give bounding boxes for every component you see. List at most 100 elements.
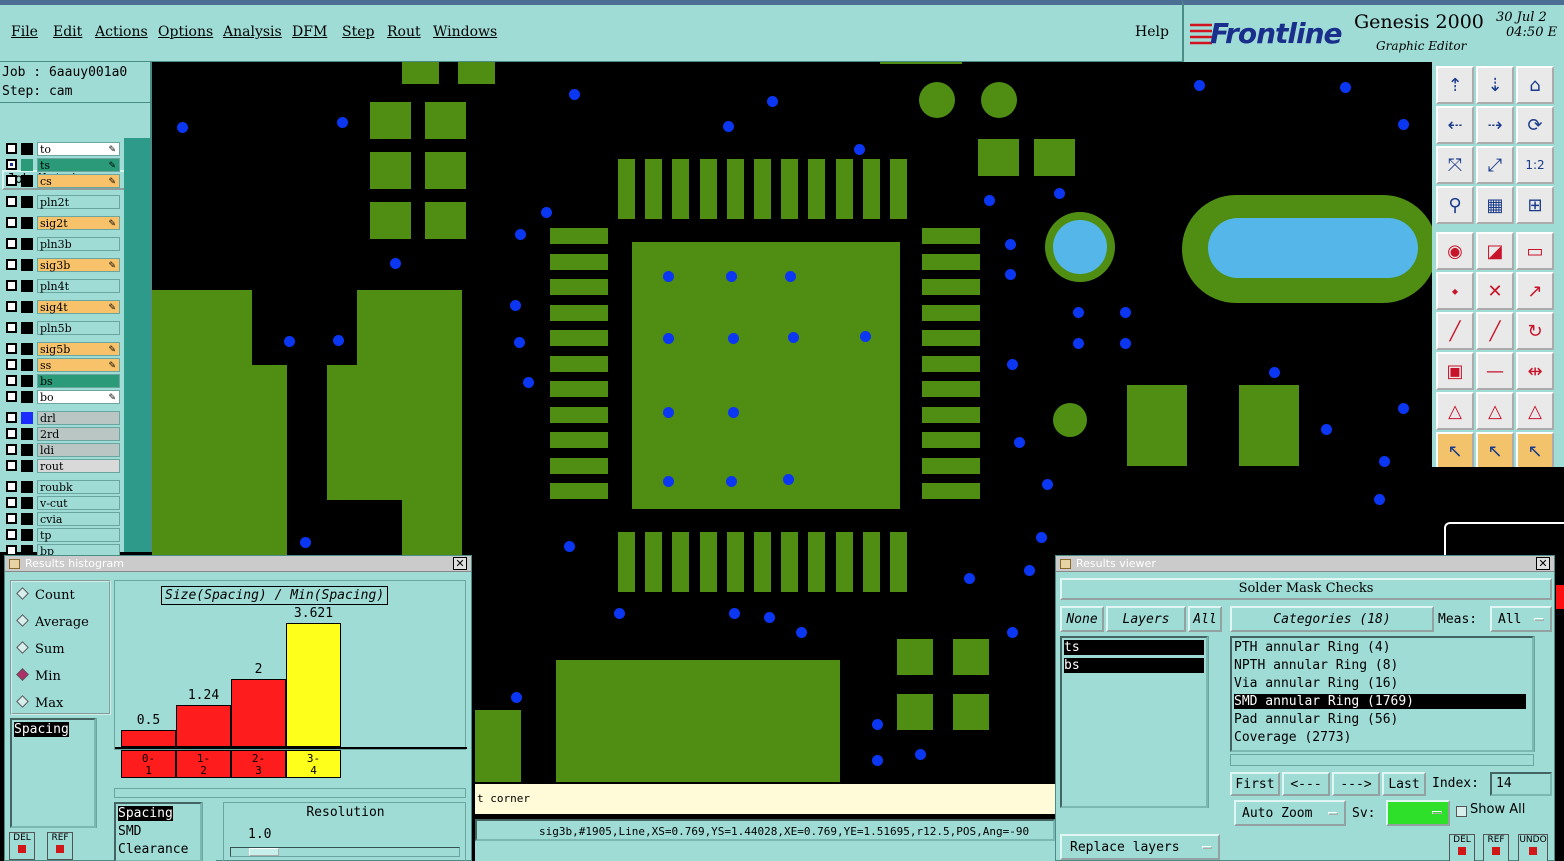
layer-name[interactable]: ts ✎: [37, 158, 120, 172]
layer-name[interactable]: sig4t ✎: [37, 300, 120, 314]
layer-row[interactable]: ldi: [4, 443, 120, 457]
layer-checkbox[interactable]: [6, 175, 17, 186]
rotate-icon[interactable]: ⟳: [1516, 106, 1554, 144]
add-pad-icon[interactable]: ◉: [1436, 232, 1474, 270]
layer-name[interactable]: sig2t ✎: [37, 216, 120, 230]
attribute-spacing[interactable]: Spacing: [14, 722, 69, 737]
layer-checkbox[interactable]: [6, 196, 17, 207]
select3-icon[interactable]: ↖: [1516, 432, 1554, 470]
viewer-ref-button[interactable]: REF: [1483, 834, 1509, 861]
move-right-icon[interactable]: ⇢: [1476, 106, 1514, 144]
align-icon[interactable]: ⇹: [1516, 352, 1554, 390]
layer-name[interactable]: sig5b ✎: [37, 342, 120, 356]
index-input[interactable]: 14: [1490, 772, 1552, 796]
layer-name[interactable]: v-cut: [37, 496, 120, 510]
layer-row[interactable]: v-cut: [4, 496, 120, 510]
menu-options[interactable]: Options: [158, 24, 213, 40]
histogram-bin-label[interactable]: 2- 3: [231, 750, 286, 778]
zoom-in-icon[interactable]: ⤢: [1476, 146, 1514, 184]
attribute-select-list[interactable]: Spacing SMD Clearance: [114, 802, 202, 861]
categories-button[interactable]: Categories (18): [1230, 606, 1434, 632]
viewer-layer-scrollbar[interactable]: [1208, 636, 1222, 808]
severity-select[interactable]: [1386, 800, 1450, 826]
layer-checkbox[interactable]: [6, 529, 17, 540]
layer-row[interactable]: drl: [4, 411, 120, 425]
move-left-icon[interactable]: ⇠: [1436, 106, 1474, 144]
menu-analysis[interactable]: Analysis: [223, 24, 282, 40]
first-button[interactable]: First: [1230, 772, 1280, 796]
mode-radio-max[interactable]: Max: [16, 695, 63, 711]
viewer-layer-ts[interactable]: ts: [1064, 640, 1204, 655]
move-up-icon[interactable]: ⇡: [1436, 66, 1474, 104]
move-feature-icon[interactable]: ↗: [1516, 272, 1554, 310]
category-item[interactable]: PTH annular Ring (4): [1234, 640, 1526, 655]
menu-actions[interactable]: Actions: [95, 24, 148, 40]
layer-row[interactable]: rout: [4, 459, 120, 473]
window-menu-icon[interactable]: [9, 559, 20, 569]
layer-row[interactable]: ts ✎: [4, 158, 120, 172]
category-item[interactable]: NPTH annular Ring (8): [1234, 658, 1526, 673]
select-icon[interactable]: ↖: [1436, 432, 1474, 470]
layer-name[interactable]: pln5b: [37, 321, 120, 335]
next-button[interactable]: --->: [1332, 772, 1380, 796]
histogram-bar[interactable]: [176, 705, 231, 747]
layer-name[interactable]: drl: [37, 411, 120, 425]
layer-name[interactable]: 2rd: [37, 427, 120, 441]
layer-checkbox[interactable]: [6, 444, 17, 455]
menu-file[interactable]: File: [11, 24, 38, 40]
ref-button[interactable]: REF: [47, 832, 73, 860]
layer-row[interactable]: sig5b ✎: [4, 342, 120, 356]
layer-checkbox[interactable]: [6, 322, 17, 333]
layer-row[interactable]: pln3b: [4, 237, 120, 251]
menu-windows[interactable]: Windows: [433, 24, 497, 40]
layer-checkbox[interactable]: [6, 497, 17, 508]
viewer-layer-bs[interactable]: bs: [1064, 658, 1204, 673]
category-item[interactable]: Coverage (2773): [1234, 730, 1526, 745]
layer-checkbox[interactable]: [6, 280, 17, 291]
layer-checkbox[interactable]: [6, 301, 17, 312]
layer-name[interactable]: rout: [37, 459, 120, 473]
layer-name[interactable]: cvia: [37, 512, 120, 526]
viewer-del-button[interactable]: DEL: [1449, 834, 1475, 861]
layer-row[interactable]: ss ✎: [4, 358, 120, 372]
show-all-checkbox[interactable]: [1456, 806, 1467, 817]
layer-row[interactable]: pln2t: [4, 195, 120, 209]
triangle-icon[interactable]: △: [1436, 392, 1474, 430]
results-histogram-titlebar[interactable]: Results histogram: [5, 556, 471, 572]
attribute-option[interactable]: Clearance: [118, 842, 188, 857]
viewer-layer-list[interactable]: ts bs: [1060, 636, 1208, 808]
layer-checkbox[interactable]: [6, 513, 17, 524]
grid-icon[interactable]: ▦: [1476, 186, 1514, 224]
menu-edit[interactable]: Edit: [53, 24, 82, 40]
menu-help[interactable]: Help: [1135, 24, 1169, 40]
layer-row[interactable]: sig4t ✎: [4, 300, 120, 314]
select2-icon[interactable]: ↖: [1476, 432, 1514, 470]
triangle2-icon[interactable]: △: [1476, 392, 1514, 430]
layer-name[interactable]: ss ✎: [37, 358, 120, 372]
category-item[interactable]: SMD annular Ring (1769): [1234, 694, 1526, 709]
home-icon[interactable]: ⌂: [1516, 66, 1554, 104]
layer-name[interactable]: pln4t: [37, 279, 120, 293]
layer-name[interactable]: to ✎: [37, 142, 120, 156]
layer-checkbox[interactable]: [6, 143, 17, 154]
mode-radio-count[interactable]: Count: [16, 587, 75, 603]
auto-zoom-select[interactable]: Auto Zoom: [1234, 800, 1346, 826]
meas-select[interactable]: All: [1490, 606, 1552, 632]
layer-row[interactable]: 2rd: [4, 427, 120, 441]
replace-layers-select[interactable]: Replace layers: [1060, 834, 1220, 860]
histogram-hscroll[interactable]: [114, 788, 466, 798]
connect-icon[interactable]: ⬩: [1436, 272, 1474, 310]
layer-row[interactable]: roubk: [4, 480, 120, 494]
attribute-list[interactable]: Spacing: [10, 718, 96, 828]
category-item[interactable]: Via annular Ring (16): [1234, 676, 1526, 691]
menu-rout[interactable]: Rout: [387, 24, 421, 40]
delete-icon[interactable]: ✕: [1476, 272, 1514, 310]
close-icon[interactable]: ✕: [453, 557, 467, 570]
layer-row[interactable]: pln4t: [4, 279, 120, 293]
line-draw2-icon[interactable]: ╱: [1476, 312, 1514, 350]
category-item[interactable]: Pad annular Ring (56): [1234, 712, 1526, 727]
resolution-slider-thumb[interactable]: [249, 848, 279, 856]
layer-checkbox[interactable]: [6, 391, 17, 402]
histogram-bin-label[interactable]: 1- 2: [176, 750, 231, 778]
zoom-ratio-icon[interactable]: 1:2: [1516, 146, 1554, 184]
